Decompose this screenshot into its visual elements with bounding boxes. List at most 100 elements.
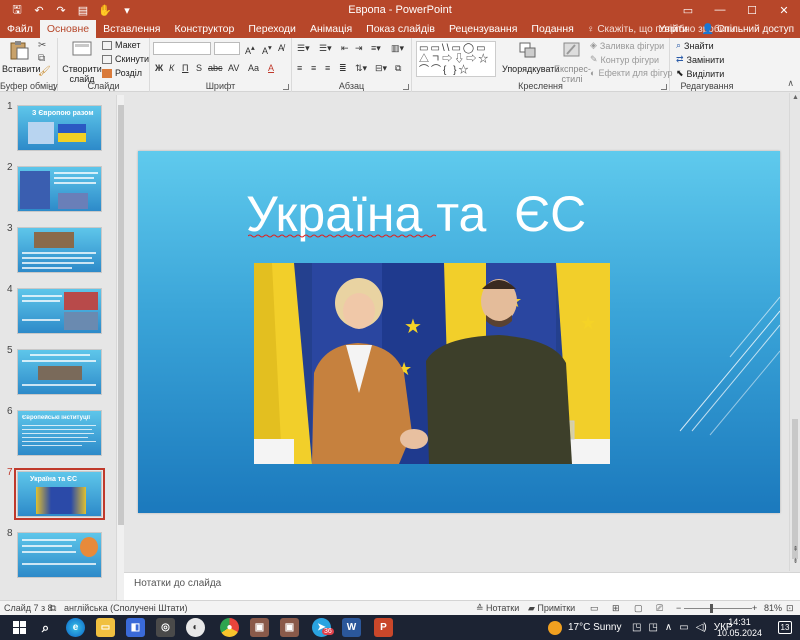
network-icon[interactable]: ▭: [679, 622, 688, 633]
change-case-button[interactable]: Aa: [248, 63, 259, 73]
paste-button[interactable]: Вставити: [2, 40, 41, 74]
thumbnail-slide-3[interactable]: 3: [0, 223, 113, 275]
slideshow-view-icon[interactable]: ⎚: [656, 603, 663, 614]
edge-icon[interactable]: e: [66, 618, 85, 637]
align-center-icon[interactable]: ≡: [311, 63, 316, 73]
notes-toggle[interactable]: ≙ Нотатки: [476, 603, 519, 614]
redo-icon[interactable]: ↷: [52, 2, 70, 18]
touch-mode-icon[interactable]: ✋: [96, 2, 114, 18]
shape-fill-button[interactable]: ◈ Заливка фігури: [590, 40, 664, 51]
tab-file[interactable]: Файл: [0, 20, 40, 38]
search-icon[interactable]: ⌕: [36, 618, 55, 637]
comments-toggle[interactable]: ▰ Примітки: [528, 603, 575, 614]
line-spacing-icon[interactable]: ≡▾: [371, 43, 381, 54]
tab-transitions[interactable]: Переходи: [241, 20, 303, 38]
tab-view[interactable]: Подання: [524, 20, 580, 38]
paragraph-launcher[interactable]: [403, 84, 409, 90]
thumbnail-slide-8[interactable]: 8: [0, 528, 113, 580]
save-icon[interactable]: 🖫: [8, 2, 26, 18]
shrink-font-icon[interactable]: A▾: [262, 43, 272, 56]
maximize-button[interactable]: ☐: [736, 0, 768, 20]
tab-slideshow[interactable]: Показ слайдів: [359, 20, 442, 38]
share-button[interactable]: 👤 Спільний доступ: [702, 24, 794, 35]
zoom-slider[interactable]: [684, 604, 752, 613]
slide-scrollbar[interactable]: ▲ ⇞ ⇟: [789, 93, 800, 571]
show-hidden-icons[interactable]: ∧: [665, 622, 672, 633]
store-icon[interactable]: ◧: [126, 618, 145, 637]
char-spacing-button[interactable]: AV: [228, 63, 239, 73]
weather-widget[interactable]: 17°C Sunny: [548, 615, 621, 640]
columns-icon[interactable]: ▥▾: [391, 43, 404, 54]
text-direction-icon[interactable]: ⇅▾: [355, 63, 367, 74]
shape-effects-button[interactable]: ◐ Ефекти для фігур: [590, 68, 673, 78]
file-explorer-icon[interactable]: ▭: [96, 618, 115, 637]
grow-font-icon[interactable]: A▴: [245, 43, 255, 56]
tab-animations[interactable]: Анімація: [303, 20, 359, 38]
section-button[interactable]: Розділ: [102, 68, 142, 78]
tray-app-2-icon[interactable]: ◳: [648, 622, 657, 633]
zoom-in-icon[interactable]: +: [752, 603, 757, 613]
reset-button[interactable]: Скинути: [102, 54, 149, 64]
font-size-box[interactable]: [214, 42, 240, 55]
customize-qat-icon[interactable]: ▾: [118, 2, 136, 18]
word-icon[interactable]: W: [342, 618, 361, 637]
image-window-2-icon[interactable]: ▣: [280, 618, 299, 637]
replace-button[interactable]: ⇄ Замінити: [676, 54, 724, 65]
powerpoint-icon[interactable]: P: [374, 618, 393, 637]
drawing-launcher[interactable]: [661, 84, 667, 90]
italic-button[interactable]: К: [169, 63, 174, 73]
chrome-web-app-icon[interactable]: ◎: [156, 618, 175, 637]
font-name-box[interactable]: [153, 42, 211, 55]
language-indicator[interactable]: англійська (Сполучені Штати): [64, 603, 188, 613]
thumbnail-scrollbar[interactable]: [116, 95, 124, 600]
zoom-level[interactable]: 81%: [764, 603, 782, 613]
reading-view-icon[interactable]: ▢: [634, 603, 643, 614]
numbering-icon[interactable]: ☰▾: [319, 43, 332, 54]
font-color-button[interactable]: A: [268, 63, 274, 73]
align-left-icon[interactable]: ≡: [297, 63, 302, 73]
start-presentation-icon[interactable]: ▤: [74, 2, 92, 18]
zoom-out-icon[interactable]: −: [676, 603, 681, 613]
bold-button[interactable]: Ж: [155, 63, 163, 73]
thumbnail-slide-7[interactable]: 7 Україна та ЄС: [0, 467, 113, 520]
image-window-icon[interactable]: ▣: [250, 618, 269, 637]
format-painter-icon[interactable]: 🖌: [38, 66, 51, 77]
underline-button[interactable]: П: [182, 63, 188, 73]
scroll-up-icon[interactable]: ▲: [791, 94, 800, 103]
close-button[interactable]: ✕: [768, 0, 800, 20]
shapes-gallery[interactable]: ▭▭\\▭◯▭ △ㄱ⇨⇩⇨☆ ⌒⌒{ }☆: [416, 41, 496, 77]
smartart-icon[interactable]: ⧉: [395, 63, 401, 74]
minimize-button[interactable]: —: [704, 0, 736, 20]
font-launcher[interactable]: [283, 84, 289, 90]
decrease-indent-icon[interactable]: ⇤: [341, 43, 349, 54]
strikethrough-button[interactable]: abc: [208, 63, 223, 73]
thumbnail-slide-2[interactable]: 2: [0, 162, 113, 214]
clear-format-icon[interactable]: A̸: [278, 43, 284, 53]
increase-indent-icon[interactable]: ⇥: [355, 43, 363, 54]
chrome-icon[interactable]: ●: [220, 618, 239, 637]
arrange-button[interactable]: Упорядкувати: [502, 40, 559, 74]
notes-pane[interactable]: Нотатки до слайда: [124, 572, 800, 600]
tab-insert[interactable]: Вставлення: [96, 20, 167, 38]
collapse-ribbon-icon[interactable]: ∧: [787, 78, 794, 89]
windows-start-icon[interactable]: [10, 618, 29, 637]
select-button[interactable]: ⬉ Виділити: [676, 68, 724, 79]
next-slide-icon[interactable]: ⇟: [791, 557, 800, 566]
current-slide[interactable]: Україна та ЄС ★ ★ ★ ★ ★: [138, 151, 780, 513]
thumbnail-slide-5[interactable]: 5: [0, 345, 113, 397]
tray-app-icon[interactable]: ◳: [632, 622, 641, 633]
find-button[interactable]: ⌕ Знайти: [676, 40, 714, 51]
thumbnail-slide-1[interactable]: 1 З Європою разом: [0, 101, 113, 153]
tab-design[interactable]: Конструктор: [167, 20, 241, 38]
previous-slide-icon[interactable]: ⇞: [791, 545, 800, 554]
bullets-icon[interactable]: ☰▾: [297, 43, 310, 54]
taskbar-clock[interactable]: 14:31 10.05.2024: [717, 617, 762, 639]
thumbnail-slide-6[interactable]: 6 Європейські інституції: [0, 406, 113, 458]
volume-icon[interactable]: ◁): [696, 622, 707, 633]
cut-icon[interactable]: ✂: [38, 40, 46, 51]
tab-home[interactable]: Основне: [39, 20, 97, 38]
shape-outline-button[interactable]: ✎ Контур фігури: [590, 54, 659, 65]
slide-scrollbar-thumb[interactable]: [792, 419, 798, 559]
copy-icon[interactable]: ⧉: [38, 53, 45, 64]
thumbnail-slide-4[interactable]: 4: [0, 284, 113, 336]
